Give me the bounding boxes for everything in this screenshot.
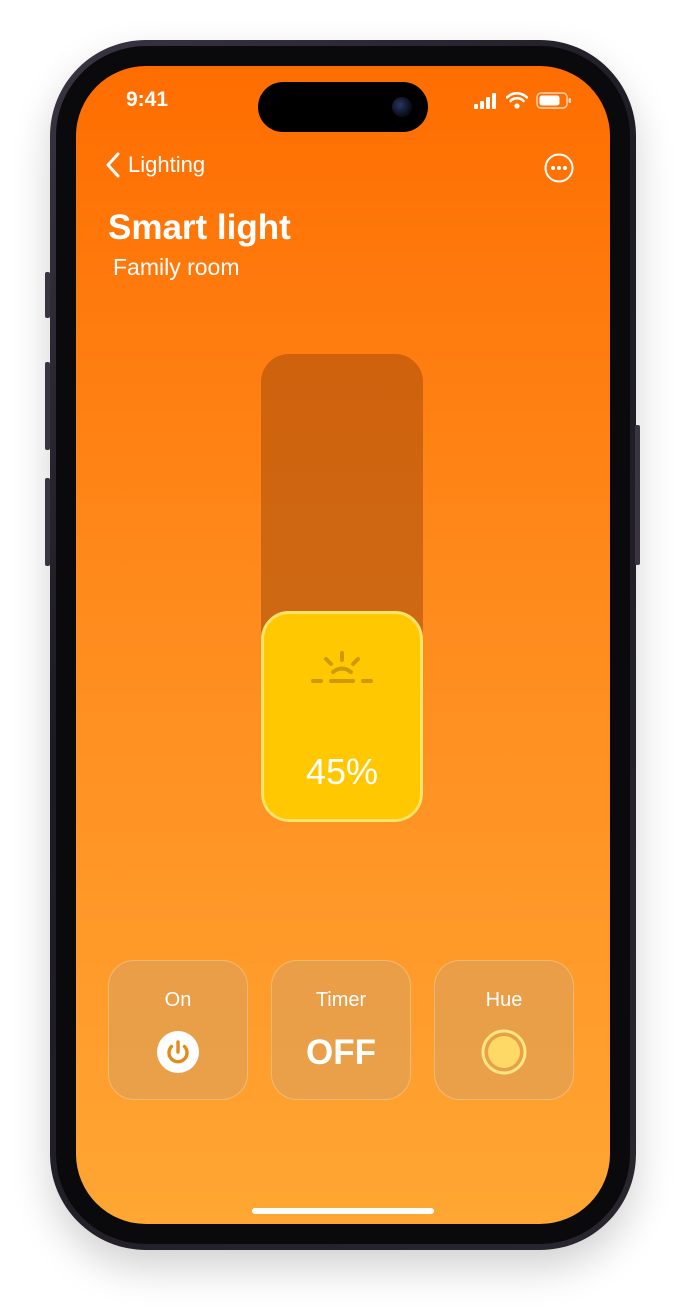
power-icon <box>157 1031 199 1073</box>
status-time: 9:41 <box>126 88 169 111</box>
home-indicator[interactable] <box>252 1208 434 1214</box>
power-side-button <box>635 425 640 565</box>
power-toggle[interactable]: On <box>108 960 248 1100</box>
controls-row: On Timer OFF Hue <box>108 960 574 1100</box>
power-toggle-label: On <box>164 989 192 1011</box>
brightness-value: 45% <box>305 751 379 792</box>
color-swatch-icon <box>481 1029 527 1075</box>
dynamic-island <box>258 82 428 132</box>
back-label: Lighting <box>128 152 206 177</box>
hue-picker[interactable]: Hue <box>434 960 574 1100</box>
brightness-slider[interactable]: 45% <box>261 354 423 822</box>
page-subtitle: Family room <box>113 254 240 280</box>
back-button[interactable]: Lighting <box>106 152 205 178</box>
page-title: Smart light <box>108 208 291 247</box>
front-camera <box>392 97 412 117</box>
signal-icon <box>474 92 496 109</box>
timer-label: Timer <box>315 989 367 1011</box>
screen: 9:41 Lighting Smart light Family room 45… <box>76 66 610 1224</box>
volume-up-button <box>45 362 50 450</box>
action-button <box>45 272 50 318</box>
status-icons <box>474 92 572 109</box>
battery-icon <box>536 92 571 109</box>
volume-down-button <box>45 478 50 566</box>
ellipsis-circle-icon[interactable] <box>544 153 574 183</box>
sun-rising-icon <box>311 651 373 684</box>
hue-label: Hue <box>485 989 523 1011</box>
brightness-slider-fill: 45% <box>261 611 423 822</box>
wifi-icon <box>506 92 528 109</box>
timer-value: OFF <box>306 1033 376 1072</box>
chevron-left-icon <box>106 152 120 178</box>
timer-toggle[interactable]: Timer OFF <box>271 960 411 1100</box>
